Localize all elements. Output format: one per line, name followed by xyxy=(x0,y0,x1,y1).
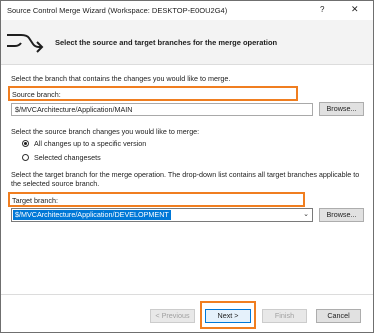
source-branch-field[interactable]: $/MVCArchitecture/Application/MAIN xyxy=(11,103,313,116)
changes-instruction: Select the source branch changes you wou… xyxy=(11,127,200,136)
target-branch-value[interactable]: $/MVCArchitecture/Application/DEVELOPMEN… xyxy=(13,210,171,220)
merge-arrow-icon xyxy=(7,34,44,53)
finish-button[interactable]: Finish xyxy=(262,309,307,323)
source-branch-label: Source branch: xyxy=(12,90,61,99)
merge-wizard-window: Source Control Merge Wizard (Workspace: … xyxy=(0,0,374,333)
target-branch-dropdown[interactable]: $/MVCArchitecture/Application/DEVELOPMEN… xyxy=(11,208,313,222)
source-browse-button[interactable]: Browse... xyxy=(319,102,364,116)
page-title: Select the source and target branches fo… xyxy=(55,38,278,47)
footer-divider xyxy=(1,294,373,295)
wizard-header: Select the source and target branches fo… xyxy=(1,20,373,65)
title-bar: Source Control Merge Wizard (Workspace: … xyxy=(1,1,373,20)
chevron-down-icon[interactable]: ⌄ xyxy=(303,210,309,218)
help-button[interactable]: ? xyxy=(320,5,324,14)
cancel-button[interactable]: Cancel xyxy=(316,309,361,323)
next-button[interactable]: Next > xyxy=(205,309,251,323)
radio-selected-changesets-label[interactable]: Selected changesets xyxy=(34,153,101,162)
target-instruction: Select the target branch for the merge o… xyxy=(11,170,360,188)
close-button[interactable]: ✕ xyxy=(351,4,359,15)
target-browse-button[interactable]: Browse... xyxy=(319,208,364,222)
window-title: Source Control Merge Wizard (Workspace: … xyxy=(7,6,228,15)
radio-all-changes[interactable] xyxy=(22,140,29,147)
radio-all-changes-label[interactable]: All changes up to a specific version xyxy=(34,139,146,148)
target-branch-label: Target branch: xyxy=(12,196,58,205)
radio-selected-changesets[interactable] xyxy=(22,154,29,161)
previous-button[interactable]: < Previous xyxy=(150,309,195,323)
source-instruction: Select the branch that contains the chan… xyxy=(11,74,231,83)
